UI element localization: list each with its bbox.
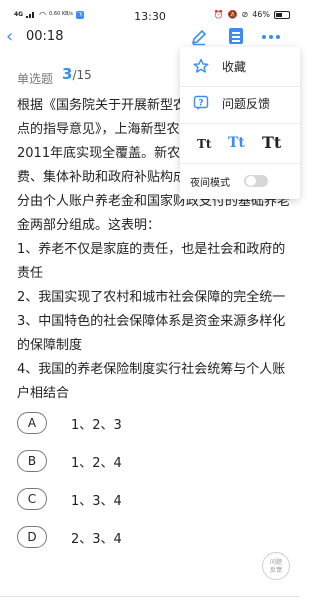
back-chevron-icon[interactable]: ‹ bbox=[6, 28, 13, 46]
option-d[interactable]: D 2、3、4 bbox=[17, 525, 122, 549]
menu-divider bbox=[180, 86, 300, 87]
menu-divider bbox=[180, 123, 300, 124]
battery-icon bbox=[274, 10, 290, 19]
more-menu-icon[interactable] bbox=[262, 35, 280, 39]
font-size-medium[interactable]: Tt bbox=[228, 135, 245, 151]
menu-label-favorite: 收藏 bbox=[222, 59, 247, 74]
menu-divider bbox=[180, 163, 300, 164]
question-header: 单选题 3/15 bbox=[17, 65, 92, 87]
answer-sheet-icon[interactable] bbox=[229, 28, 243, 44]
mute-icon: 🔕 bbox=[227, 10, 238, 19]
menu-item-feedback[interactable]: ? 问题反馈 bbox=[180, 88, 300, 118]
bottom-divider bbox=[0, 596, 300, 597]
status-right: ⏰ 🔕 ⊘ 46% bbox=[214, 10, 290, 19]
night-mode-label: 夜间模式 bbox=[190, 178, 230, 189]
option-letter[interactable]: C bbox=[17, 488, 47, 510]
feedback-fab-line2: 反馈 bbox=[269, 567, 282, 574]
feedback-question-icon: ? bbox=[193, 95, 209, 111]
font-size-row: Tt Tt Tt bbox=[180, 129, 300, 159]
option-letter[interactable]: A bbox=[17, 412, 47, 434]
option-text[interactable]: 1、2、4 bbox=[71, 452, 122, 471]
option-text[interactable]: 2、3、4 bbox=[71, 528, 122, 547]
menu-item-favorite[interactable]: 收藏 bbox=[180, 51, 300, 81]
night-mode-toggle[interactable] bbox=[244, 175, 268, 187]
option-letter[interactable]: D bbox=[17, 526, 47, 548]
exam-timer: 00:18 bbox=[26, 29, 64, 44]
question-total: /15 bbox=[72, 68, 92, 82]
question-current: 3 bbox=[62, 65, 73, 83]
option-letter[interactable]: B bbox=[17, 450, 47, 472]
font-size-large[interactable]: Tt bbox=[262, 133, 281, 152]
option-text[interactable]: 1、2、3 bbox=[71, 414, 122, 433]
edit-pen-icon[interactable] bbox=[190, 28, 208, 46]
alarm-icon: ⏰ bbox=[213, 10, 224, 19]
feedback-fab-line1: 问题 bbox=[269, 559, 282, 566]
option-b[interactable]: B 1、2、4 bbox=[17, 449, 122, 473]
font-size-small[interactable]: Tt bbox=[197, 137, 211, 151]
status-bar: 4G ◠ 0.60 KB/s 飞 13:30 ⏰ 🔕 ⊘ 46% bbox=[0, 0, 300, 28]
menu-label-feedback: 问题反馈 bbox=[222, 96, 271, 111]
wifi-off-icon: ⊘ bbox=[241, 10, 249, 19]
battery-percent: 46% bbox=[252, 10, 270, 19]
more-dropdown-menu: 收藏 ? 问题反馈 Tt Tt Tt 夜间模式 bbox=[180, 47, 300, 199]
option-c[interactable]: C 1、3、4 bbox=[17, 487, 122, 511]
svg-text:?: ? bbox=[198, 99, 203, 109]
question-counter: 3/15 bbox=[62, 65, 92, 83]
feedback-floating-button[interactable]: 问题 反馈 bbox=[262, 552, 290, 580]
top-bar: ‹ 00:18 bbox=[0, 28, 300, 48]
option-text[interactable]: 1、3、4 bbox=[71, 490, 122, 509]
option-a[interactable]: A 1、2、3 bbox=[17, 411, 122, 435]
question-type: 单选题 bbox=[17, 72, 54, 86]
star-icon bbox=[193, 58, 209, 74]
